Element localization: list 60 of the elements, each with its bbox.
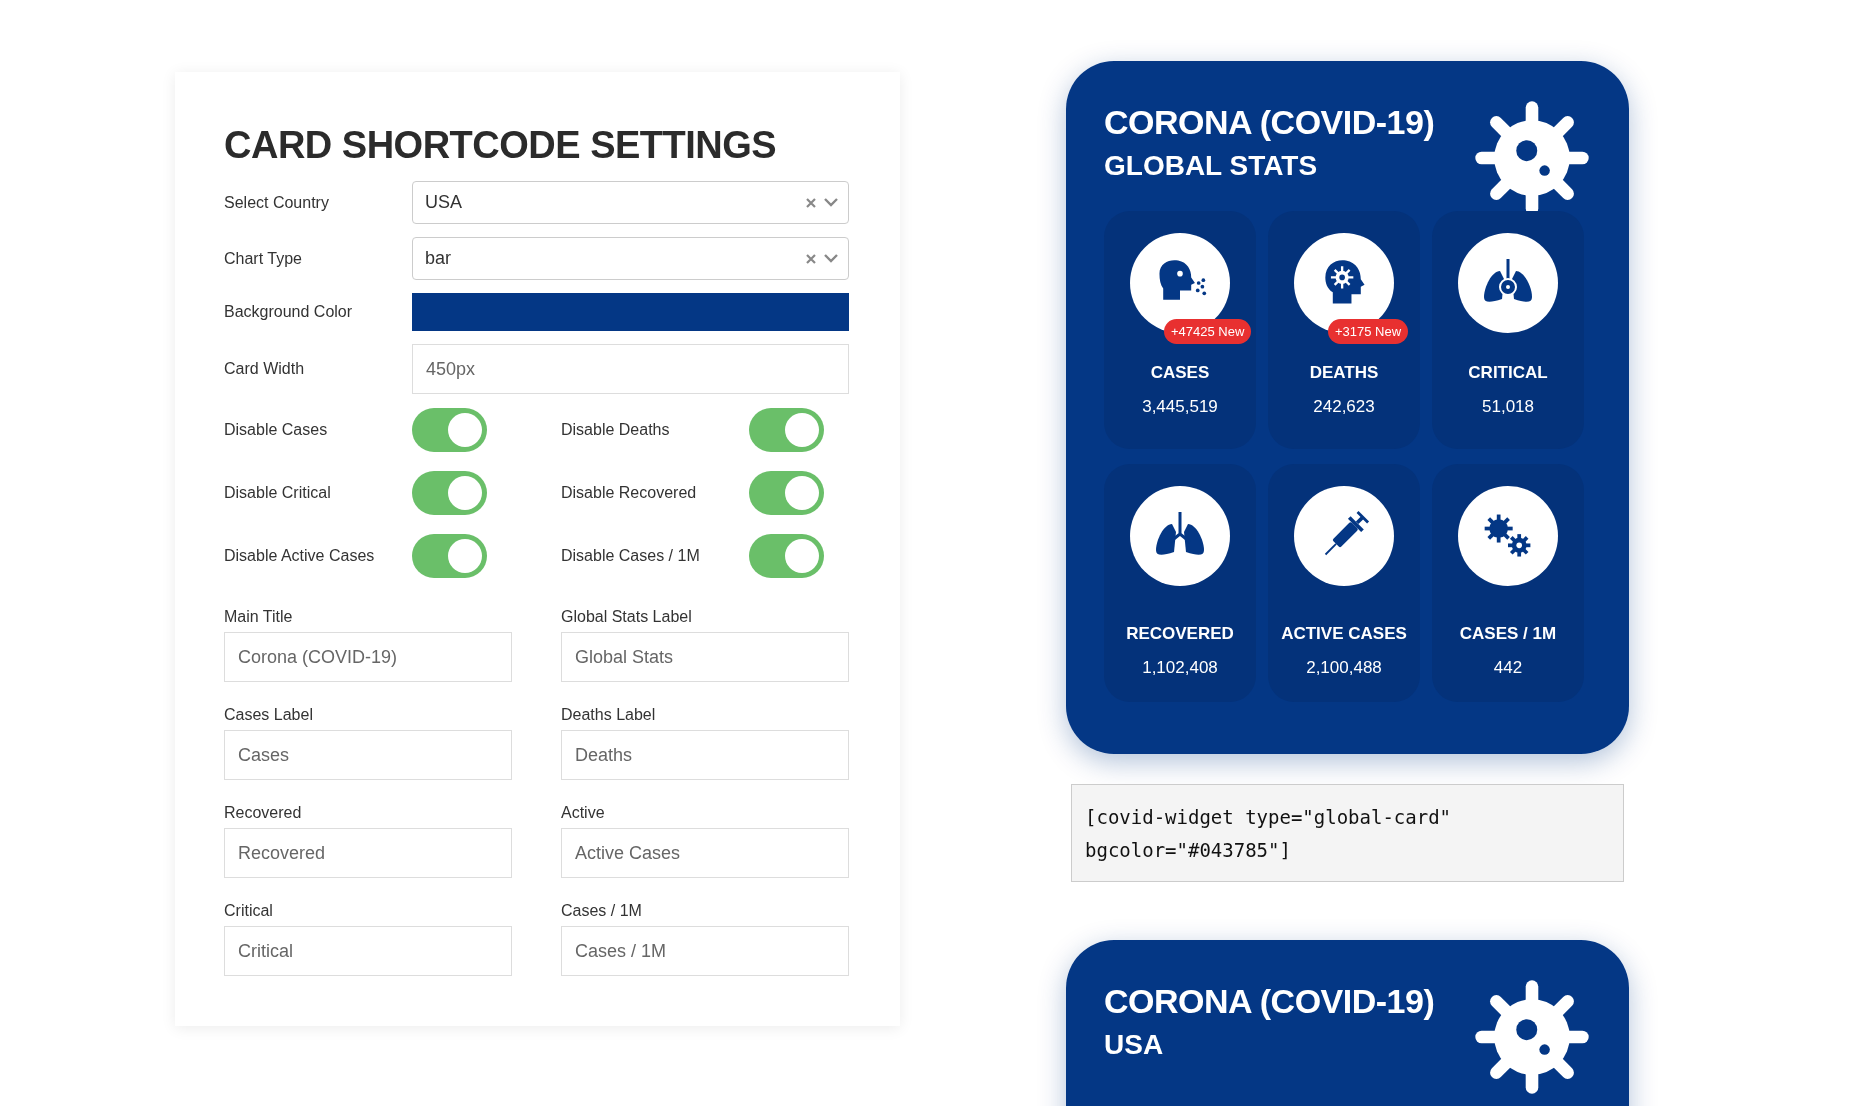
toggle-label: Disable Deaths <box>561 421 671 439</box>
field-label: Background Color <box>224 303 354 321</box>
card-subtitle: USA <box>1104 1029 1165 1061</box>
input-field[interactable]: Deaths <box>561 730 849 780</box>
color-picker[interactable] <box>412 293 849 331</box>
toggle-switch[interactable] <box>412 471 487 515</box>
toggle-label: Disable Active Cases <box>224 547 376 565</box>
input-field[interactable]: Critical <box>224 926 512 976</box>
caret-icon[interactable] <box>824 198 838 207</box>
toggle-switch[interactable] <box>749 408 824 452</box>
stat-label: RECOVERED <box>1126 624 1234 644</box>
stat-value: 51,018 <box>1482 397 1534 417</box>
field-label: Cases Label <box>224 706 314 724</box>
field-label: Deaths Label <box>561 706 657 724</box>
input-field[interactable]: Global Stats <box>561 632 849 682</box>
field-label: Critical <box>224 902 274 920</box>
new-count-badge: +47425 New <box>1164 319 1252 344</box>
toggle-label: Disable Cases / 1M <box>561 547 701 565</box>
stat-value: 242,623 <box>1313 397 1375 417</box>
clear-icon[interactable] <box>806 253 816 264</box>
input-field[interactable]: Cases <box>224 730 512 780</box>
input-field[interactable]: 450px <box>412 344 849 394</box>
field-label: Select Country <box>224 193 330 212</box>
select-field[interactable]: bar <box>412 237 849 280</box>
shortcode-box: [covid-widget type="global-card" bgcolor="#043785"] <box>1071 784 1624 882</box>
input-field[interactable]: Active Cases <box>561 828 849 878</box>
stat-label: CASES <box>1150 363 1210 383</box>
toggle-switch[interactable] <box>412 534 487 578</box>
panel-title: CARD SHORTCODE SETTINGS <box>224 124 778 167</box>
field-label: Chart Type <box>224 249 303 268</box>
stat-value: 2,100,488 <box>1306 658 1382 678</box>
stat-value: 1,102,408 <box>1142 658 1218 678</box>
caret-icon[interactable] <box>824 254 838 263</box>
field-label: Cases / 1M <box>561 902 643 920</box>
input-field[interactable]: Cases / 1M <box>561 926 849 976</box>
new-count-badge: +3175 New <box>1328 319 1409 344</box>
toggle-label: Disable Critical <box>224 484 332 502</box>
field-label: Main Title <box>224 608 294 626</box>
field-label: Card Width <box>224 360 306 378</box>
toggle-switch[interactable] <box>749 471 824 515</box>
stat-value: 442 <box>1493 658 1523 678</box>
stat-label: DEATHS <box>1309 363 1379 383</box>
toggle-switch[interactable] <box>749 534 824 578</box>
input-field[interactable]: Recovered <box>224 828 512 878</box>
card-title: CORONA (COVID-19) <box>1104 982 1435 1021</box>
stat-label: ACTIVE CASES <box>1281 624 1407 644</box>
input-field[interactable]: Corona (COVID-19) <box>224 632 512 682</box>
card-subtitle: GLOBAL STATS <box>1104 150 1319 182</box>
toggle-label: Disable Cases <box>224 421 329 439</box>
toggle-label: Disable Recovered <box>561 484 698 502</box>
toggle-switch[interactable] <box>412 408 487 452</box>
stat-value: 3,445,519 <box>1142 397 1218 417</box>
stat-label: CRITICAL <box>1468 363 1548 383</box>
card-title: CORONA (COVID-19) <box>1104 103 1435 142</box>
clear-icon[interactable] <box>806 197 816 208</box>
field-label: Active <box>561 804 606 822</box>
field-label: Global Stats Label <box>561 608 693 626</box>
field-label: Recovered <box>224 804 303 822</box>
select-field[interactable]: USA <box>412 181 849 224</box>
stat-label: CASES / 1M <box>1459 624 1557 644</box>
